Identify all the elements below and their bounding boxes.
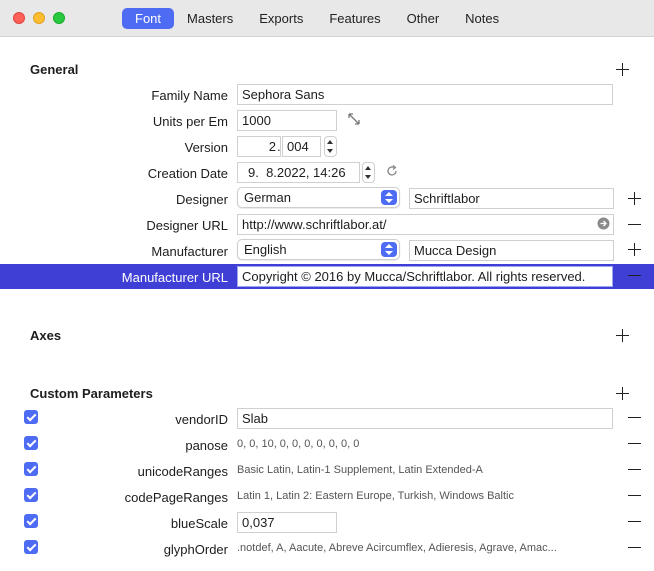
section-title-custom-parameters: Custom Parameters	[30, 386, 153, 401]
manufacturer-label: Manufacturer	[151, 244, 228, 259]
vendorid-checkbox[interactable]	[24, 410, 38, 424]
scale-arrows-icon[interactable]	[347, 112, 361, 126]
manufacturer-url-label: Manufacturer URL	[121, 270, 228, 285]
creation-date-field[interactable]: 9. 8.2022, 14:26	[237, 162, 360, 183]
remove-designer-url-icon[interactable]	[628, 218, 641, 231]
unicoderanges-checkbox[interactable]	[24, 462, 38, 476]
remove-unicoderanges-icon[interactable]	[628, 463, 641, 476]
designer-language-popup[interactable]: German	[237, 187, 400, 208]
popup-arrows-icon	[381, 242, 397, 257]
tab-font[interactable]: Font	[122, 8, 175, 29]
tab-bar: Font Masters Exports Features Other Note…	[122, 8, 512, 29]
codepageranges-label: codePageRanges	[124, 490, 228, 505]
creation-date-label: Creation Date	[147, 166, 228, 181]
family-name-label: Family Name	[151, 88, 228, 103]
designer-field[interactable]: Schriftlabor	[409, 188, 614, 209]
codepageranges-value[interactable]: Latin 1, Latin 2: Eastern Europe, Turkis…	[237, 490, 514, 502]
section-title-general: General	[30, 62, 79, 77]
remove-glyphorder-icon[interactable]	[628, 541, 641, 554]
refresh-icon[interactable]	[385, 164, 399, 178]
remove-panose-icon[interactable]	[628, 437, 641, 450]
unicoderanges-label: unicodeRanges	[137, 464, 228, 479]
designer-label: Designer	[175, 192, 228, 207]
codepageranges-checkbox[interactable]	[24, 488, 38, 502]
remove-codepageranges-icon[interactable]	[628, 489, 641, 502]
tab-masters[interactable]: Masters	[174, 8, 246, 29]
window: Font Masters Exports Features Other Note…	[0, 0, 654, 571]
remove-bluescale-icon[interactable]	[628, 515, 641, 528]
tab-exports[interactable]: Exports	[246, 8, 316, 29]
panose-label: panose	[185, 438, 228, 453]
version-minor-field[interactable]: 004	[282, 136, 321, 157]
glyphorder-value[interactable]: .notdef, A, Aacute, Abreve Acircumflex, …	[237, 542, 557, 554]
vendorid-label: vendorID	[175, 412, 228, 427]
unicoderanges-value[interactable]: Basic Latin, Latin-1 Supplement, Latin E…	[237, 464, 483, 476]
designer-url-field[interactable]: http://www.schriftlabor.at/	[237, 214, 614, 235]
section-title-axes: Axes	[30, 328, 62, 343]
manufacturer-language-popup[interactable]: English	[237, 239, 400, 260]
manufacturer-url-field[interactable]: Copyright © 2016 by Mucca/Schriftlabor. …	[237, 266, 613, 287]
bluescale-field[interactable]: 0,037	[237, 512, 337, 533]
zoom-window-button[interactable]	[53, 12, 65, 24]
tab-features[interactable]: Features	[316, 8, 393, 29]
manufacturer-field[interactable]: Mucca Design	[409, 240, 614, 261]
close-window-button[interactable]	[13, 12, 25, 24]
creation-date-stepper[interactable]	[362, 162, 375, 183]
panose-checkbox[interactable]	[24, 436, 38, 450]
manufacturer-url-row[interactable]: Manufacturer URL Copyright © 2016 by Muc…	[0, 264, 654, 289]
version-major-field[interactable]: 2	[237, 136, 281, 157]
add-axis-icon[interactable]	[616, 329, 629, 342]
remove-vendorid-icon[interactable]	[628, 411, 641, 424]
units-per-em-field[interactable]: 1000	[237, 110, 337, 131]
glyphorder-checkbox[interactable]	[24, 540, 38, 554]
version-separator: .	[277, 139, 281, 154]
remove-manufacturer-url-icon[interactable]	[628, 269, 641, 282]
add-general-icon[interactable]	[616, 63, 629, 76]
units-per-em-label: Units per Em	[152, 114, 228, 129]
glyphorder-label: glyphOrder	[163, 542, 228, 557]
title-bar: Font Masters Exports Features Other Note…	[0, 0, 654, 37]
version-label: Version	[184, 140, 228, 155]
bluescale-checkbox[interactable]	[24, 514, 38, 528]
manufacturer-language-value: English	[244, 242, 287, 257]
version-stepper[interactable]	[324, 136, 337, 157]
add-manufacturer-icon[interactable]	[628, 243, 641, 256]
family-name-field[interactable]: Sephora Sans	[237, 84, 613, 105]
add-designer-icon[interactable]	[628, 192, 641, 205]
tab-other[interactable]: Other	[394, 8, 453, 29]
panose-value[interactable]: 0, 0, 10, 0, 0, 0, 0, 0, 0, 0	[237, 438, 359, 450]
minimize-window-button[interactable]	[33, 12, 45, 24]
popup-arrows-icon	[381, 190, 397, 205]
bluescale-label: blueScale	[170, 516, 228, 531]
tab-notes[interactable]: Notes	[452, 8, 512, 29]
designer-language-value: German	[244, 190, 291, 205]
go-arrow-icon[interactable]	[597, 217, 610, 230]
vendorid-field[interactable]: Slab	[237, 408, 613, 429]
designer-url-label: Designer URL	[146, 218, 228, 233]
add-custom-parameter-icon[interactable]	[616, 387, 629, 400]
